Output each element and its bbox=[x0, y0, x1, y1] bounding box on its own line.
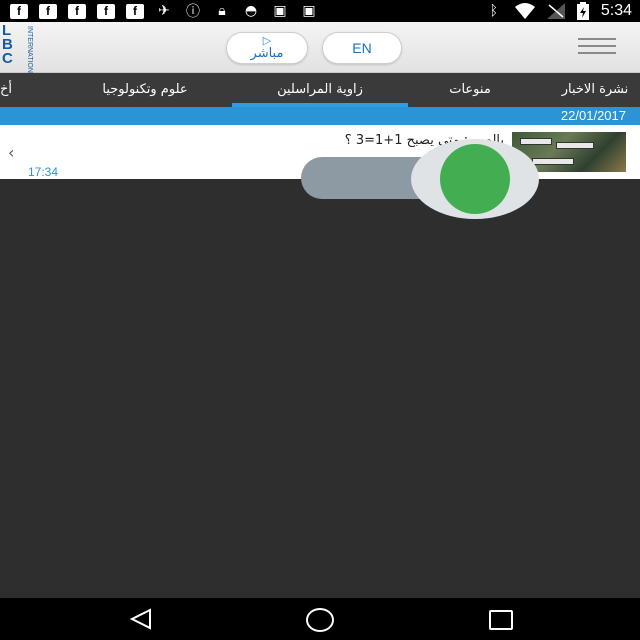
info-icon: ⓘ bbox=[186, 4, 200, 20]
android-icon: ◓ bbox=[244, 3, 258, 19]
satellite-icon: ✈ bbox=[158, 3, 170, 19]
clock: 5:34 bbox=[600, 2, 632, 19]
news-time: 17:34 bbox=[28, 165, 59, 179]
bluetooth-icon: ᛒ bbox=[489, 3, 499, 19]
tab-partial[interactable]: أخ bbox=[0, 73, 18, 107]
hamburger-menu-icon[interactable] bbox=[578, 38, 616, 56]
logo-letter-c: C bbox=[2, 50, 13, 67]
language-button[interactable]: EN bbox=[322, 32, 402, 64]
tab-reporters-corner[interactable]: زاوية المراسلين bbox=[232, 73, 408, 107]
logo-letters: L B C bbox=[2, 23, 13, 67]
category-tabs: نشرة الاخبار منوعات زاوية المراسلين علوم… bbox=[0, 73, 640, 107]
recent-apps-icon[interactable] bbox=[489, 610, 513, 630]
lbc-logo[interactable]: L B C INTERNATIONAL bbox=[2, 23, 38, 82]
signal-icon bbox=[546, 3, 565, 19]
back-icon[interactable] bbox=[128, 608, 154, 630]
notification-icons: f f f f f ✈ ⓘ 🔒︎ ◓ ▣ ▣ bbox=[0, 1, 318, 21]
facebook-icon: f bbox=[10, 3, 28, 19]
facebook-icon: f bbox=[97, 3, 115, 19]
play-icon: ▷ bbox=[262, 34, 272, 47]
facebook-icon: f bbox=[68, 3, 86, 19]
app-header: L B C INTERNATIONAL ▷ مباشر EN bbox=[0, 22, 640, 82]
lock-icon: 🔒︎ bbox=[218, 3, 226, 19]
system-nav-bar bbox=[0, 598, 640, 640]
facebook-icon: f bbox=[39, 3, 57, 19]
tab-science-technology[interactable]: علوم وتكنولوجيا bbox=[70, 73, 220, 107]
home-icon[interactable] bbox=[306, 608, 334, 632]
system-status: ᛒ 5:34 bbox=[485, 0, 632, 22]
battery-icon bbox=[576, 2, 589, 20]
live-button-label: مباشر bbox=[250, 46, 284, 61]
date-header: 22/01/2017 bbox=[0, 107, 640, 125]
briefcase-play-icon: ▣ bbox=[302, 3, 316, 19]
tab-miscellaneous[interactable]: منوعات bbox=[410, 73, 530, 107]
toggle-knob[interactable] bbox=[440, 144, 510, 214]
chevron-left-icon[interactable]: ‹ bbox=[8, 143, 14, 162]
live-button[interactable]: ▷ مباشر bbox=[226, 32, 308, 64]
tab-news-bulletin[interactable]: نشرة الاخبار bbox=[540, 73, 640, 107]
wifi-icon bbox=[514, 3, 535, 19]
facebook-icon: f bbox=[126, 3, 144, 19]
briefcase-icon: ▣ bbox=[273, 3, 287, 19]
status-bar: f f f f f ✈ ⓘ 🔒︎ ◓ ▣ ▣ ᛒ 5:34 bbox=[0, 0, 640, 22]
